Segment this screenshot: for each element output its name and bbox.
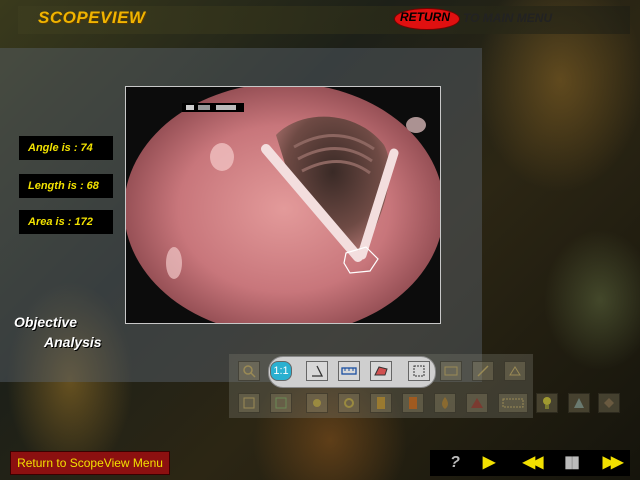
grid-icon[interactable] bbox=[498, 393, 528, 413]
select-region-icon[interactable] bbox=[408, 361, 430, 381]
magnify-icon[interactable] bbox=[238, 361, 260, 381]
length-readout: Length is : 68 bbox=[19, 174, 113, 198]
light-icon[interactable] bbox=[536, 393, 558, 413]
to-main-menu-label[interactable]: TO MAIN MENU bbox=[463, 11, 552, 25]
app-title: SCOPEVIEW bbox=[38, 8, 146, 27]
flame-icon[interactable] bbox=[434, 393, 456, 413]
section-title-line1: Objective bbox=[14, 314, 78, 330]
annotate-icon[interactable] bbox=[440, 361, 462, 381]
endoscope-video-frame bbox=[125, 86, 441, 324]
measure-angle-icon[interactable] bbox=[306, 361, 328, 381]
erase-icon[interactable] bbox=[504, 361, 526, 381]
shape-icon[interactable] bbox=[466, 393, 488, 413]
pause-icon[interactable]: ▮▮ bbox=[558, 451, 584, 475]
section-title-line2: Analysis bbox=[44, 334, 102, 350]
color-icon[interactable] bbox=[370, 393, 392, 413]
tone-icon[interactable] bbox=[402, 393, 424, 413]
draw-icon[interactable] bbox=[472, 361, 494, 381]
measure-length-icon[interactable] bbox=[338, 361, 360, 381]
zoom-1-1-icon[interactable]: 1:1 bbox=[270, 361, 292, 381]
help-icon[interactable]: ? bbox=[442, 451, 468, 475]
fast-forward-icon[interactable]: ▶▶ bbox=[598, 451, 624, 475]
return-to-scopeview-menu-button[interactable]: Return to ScopeView Menu bbox=[10, 451, 170, 475]
contrast-icon[interactable] bbox=[338, 393, 360, 413]
play-frame-icon[interactable] bbox=[270, 393, 292, 413]
square-icon[interactable] bbox=[598, 393, 620, 413]
triangle-icon[interactable] bbox=[568, 393, 590, 413]
area-readout: Area is : 172 bbox=[19, 210, 113, 234]
frame-icon[interactable] bbox=[238, 393, 260, 413]
angle-readout: Angle is : 74 bbox=[19, 136, 113, 160]
rewind-icon[interactable]: ◀◀ bbox=[518, 451, 544, 475]
brightness-icon[interactable] bbox=[306, 393, 328, 413]
measure-area-icon[interactable] bbox=[370, 361, 392, 381]
return-button-label[interactable]: RETURN bbox=[400, 10, 450, 24]
play-icon[interactable]: ▶ bbox=[476, 451, 502, 475]
